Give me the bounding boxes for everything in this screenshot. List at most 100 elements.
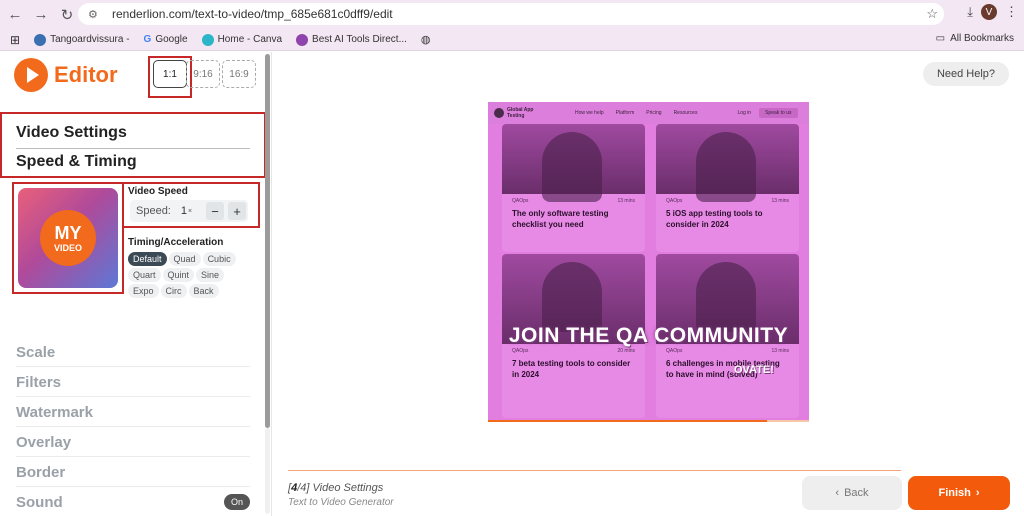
browser-toolbar: ← → ↻ ⚙ renderlion.com/text-to-video/tmp… xyxy=(0,0,1024,29)
url-text: renderlion.com/text-to-video/tmp_685e681… xyxy=(112,7,393,21)
preview-cta: Speak to us xyxy=(759,108,798,118)
video-thumbnail[interactable]: MY VIDEO xyxy=(18,188,118,288)
bookmark-item[interactable]: Home - Canva xyxy=(201,33,282,46)
preview-card-title: 6 challenges in mobile testing to have i… xyxy=(666,359,780,380)
timing-default[interactable]: Default xyxy=(128,252,167,266)
preview-nav-item: Platform xyxy=(615,110,635,116)
ratio-16-9-button[interactable]: 16:9 xyxy=(222,60,256,88)
preview-card: QAOps 13 mins The only software testing c… xyxy=(502,124,645,252)
preview-card: QAOps 13 mins 5 iOS app testing tools to … xyxy=(656,124,799,252)
site-settings-icon[interactable]: ⚙ xyxy=(88,7,102,21)
preview-card-title: 7 beta testing tools to consider in 2024 xyxy=(512,359,631,380)
bookmark-item[interactable]: ◍ xyxy=(421,33,431,46)
canva-icon xyxy=(201,33,214,46)
menu-scale[interactable]: Scale xyxy=(16,344,55,361)
preview-card-image xyxy=(502,124,645,202)
google-icon: G xyxy=(143,34,152,45)
profile-avatar[interactable]: V xyxy=(981,4,997,20)
preview-nav-item: Pricing xyxy=(646,110,662,116)
preview-nav: How we help Platform Pricing Resources xyxy=(575,110,697,116)
all-bookmarks[interactable]: ▭ All Bookmarks xyxy=(936,33,1014,44)
speed-increase-button[interactable]: + xyxy=(228,202,246,220)
forward-arrow-icon[interactable]: → xyxy=(30,4,52,26)
menu-kebab-icon[interactable]: ⋮ xyxy=(1005,4,1018,20)
bookmark-item[interactable]: Tangoardvissura - xyxy=(34,33,130,46)
menu-watermark[interactable]: Watermark xyxy=(16,404,93,421)
menu-border[interactable]: Border xyxy=(16,464,65,481)
reload-icon[interactable]: ↻ xyxy=(56,4,78,26)
need-help-button[interactable]: Need Help? xyxy=(923,62,1009,86)
timing-cubic[interactable]: Cubic xyxy=(202,252,236,266)
editor-logo: Editor xyxy=(14,58,118,92)
preview-logo-icon xyxy=(494,108,504,118)
back-arrow-icon[interactable]: ← xyxy=(4,4,26,26)
play-logo-icon xyxy=(14,58,48,92)
speed-stepper[interactable]: Speed: 1 × − + xyxy=(130,200,248,222)
menu-sound[interactable]: Sound xyxy=(16,494,63,511)
bookmark-item[interactable]: G Google xyxy=(144,34,188,45)
card-tag: QAOps xyxy=(666,198,683,204)
divider xyxy=(16,426,250,427)
preview-site-header: Global App Testing How we help Platform … xyxy=(488,102,809,124)
bookmark-label: Best AI Tools Direct... xyxy=(312,34,407,45)
ratio-1-1-button[interactable]: 1:1 xyxy=(153,60,187,88)
thumb-my-text: MY xyxy=(54,222,82,243)
video-speed-label: Video Speed xyxy=(128,186,188,197)
chevron-right-icon: › xyxy=(975,487,980,499)
timing-quint[interactable]: Quint xyxy=(162,268,195,282)
timing-circ[interactable]: Circ xyxy=(160,284,187,298)
step-current: 4 xyxy=(291,482,298,494)
ratio-9-16-button[interactable]: 9:16 xyxy=(186,60,220,88)
timing-expo[interactable]: Expo xyxy=(128,284,159,298)
bookmark-label: Tangoardvissura - xyxy=(50,34,130,45)
sound-toggle[interactable]: On xyxy=(224,494,250,510)
card-time: 13 mins xyxy=(771,198,789,204)
thumb-video-text: VIDEO xyxy=(53,242,82,253)
preview-card-title: The only software testing checklist you … xyxy=(512,209,609,230)
card-time: 13 mins xyxy=(771,348,789,354)
back-button[interactable]: ‹ Back xyxy=(802,476,902,510)
finish-label: Finish xyxy=(938,487,971,499)
browser-actions: ⤓ V ⋮ xyxy=(967,4,1018,20)
timing-back[interactable]: Back xyxy=(188,284,219,298)
back-label: Back xyxy=(844,487,869,499)
wordpress-icon xyxy=(34,33,47,46)
speed-unit: × xyxy=(188,207,193,215)
divider xyxy=(16,486,250,487)
divider xyxy=(16,396,250,397)
timing-quart[interactable]: Quart xyxy=(128,268,161,282)
speed-decrease-button[interactable]: − xyxy=(206,202,224,220)
menu-overlay[interactable]: Overlay xyxy=(16,434,71,451)
sidebar-scrollbar[interactable] xyxy=(265,54,270,428)
timing-sine[interactable]: Sine xyxy=(196,268,225,282)
card-time: 13 mins xyxy=(617,198,635,204)
my-video-logo: MY VIDEO xyxy=(40,210,96,266)
step-subtitle: Text to Video Generator xyxy=(288,497,394,508)
card-tag: QAOps xyxy=(512,348,529,354)
bookmarks-bar: ⊞ Tangoardvissura - G Google Home - Canva… xyxy=(0,29,1024,51)
speed-prefix: Speed: xyxy=(136,205,171,217)
bookmark-label: Google xyxy=(155,34,188,45)
download-icon[interactable]: ⤓ xyxy=(967,4,973,20)
video-settings-heading[interactable]: Video Settings xyxy=(16,124,127,142)
apps-grid-icon[interactable]: ⊞ xyxy=(10,33,20,47)
all-bookmarks-label: All Bookmarks xyxy=(950,33,1014,44)
timing-quad[interactable]: Quad xyxy=(168,252,201,266)
sidebar-scroll-track xyxy=(265,428,270,514)
speed-timing-heading[interactable]: Speed & Timing xyxy=(16,153,137,171)
preview-nav-item: How we help xyxy=(575,110,604,116)
bookmark-item[interactable]: Best AI Tools Direct... xyxy=(296,33,407,46)
finish-button[interactable]: Finish › xyxy=(908,476,1010,510)
overlay-subtext: OVATE! xyxy=(734,364,774,376)
preview-nav-item: Resources xyxy=(673,110,698,116)
ai-tools-icon xyxy=(296,33,309,46)
card-time: 20 mins xyxy=(617,348,635,354)
divider xyxy=(16,366,250,367)
address-bar[interactable]: ⚙ renderlion.com/text-to-video/tmp_685e6… xyxy=(78,3,944,25)
video-preview[interactable]: Global App Testing How we help Platform … xyxy=(488,102,809,422)
preview-login: Log in xyxy=(737,110,752,116)
bookmark-star-icon[interactable]: ☆ xyxy=(926,6,938,22)
menu-filters[interactable]: Filters xyxy=(16,374,61,391)
footer-divider xyxy=(288,470,901,471)
globe-icon: ◍ xyxy=(420,34,431,46)
